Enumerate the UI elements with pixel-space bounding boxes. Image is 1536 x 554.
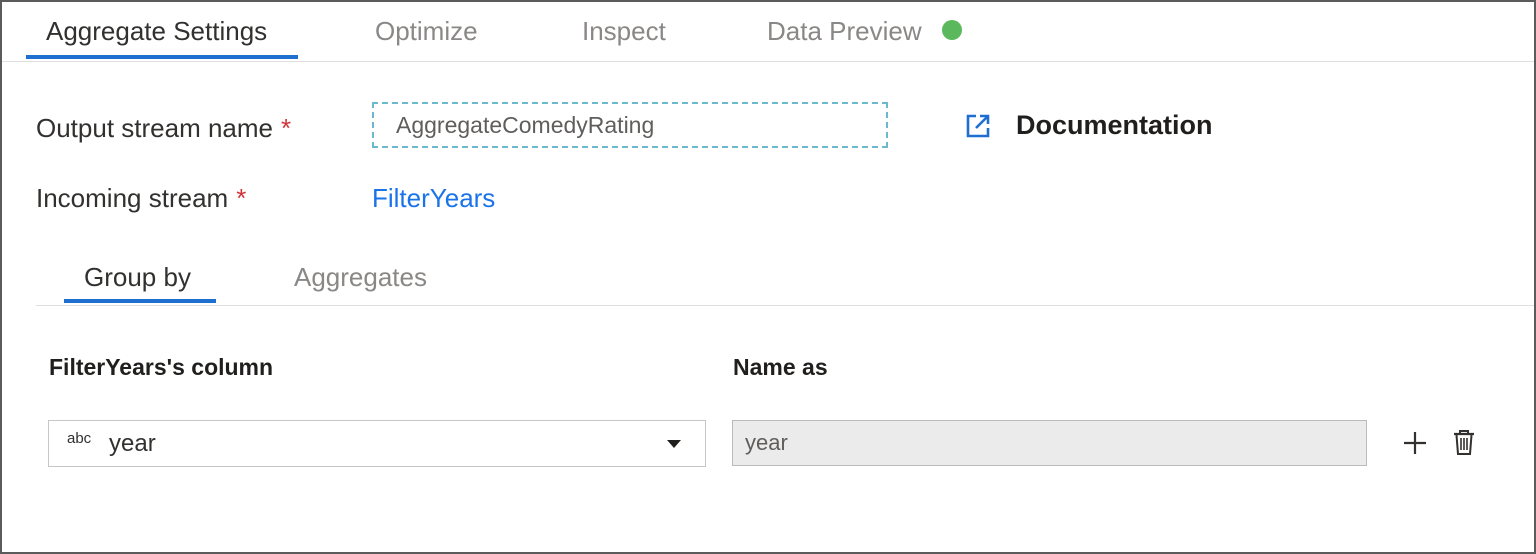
active-tab-indicator	[26, 55, 298, 59]
tab-inspect[interactable]: Inspect	[582, 14, 666, 48]
output-stream-name-input[interactable]	[372, 102, 888, 148]
settings-panel: Aggregate Settings Optimize Inspect Data…	[0, 0, 1536, 554]
plus-icon[interactable]	[1401, 429, 1429, 457]
documentation-link[interactable]: Documentation	[964, 110, 1213, 141]
tab-aggregate-settings[interactable]: Aggregate Settings	[46, 14, 267, 48]
tab-data-preview[interactable]: Data Preview	[767, 14, 922, 48]
tab-group-by[interactable]: Group by	[84, 260, 191, 294]
output-stream-label-text: Output stream name	[36, 113, 273, 143]
required-marker: *	[281, 113, 292, 143]
external-link-icon	[966, 114, 990, 137]
output-stream-label: Output stream name *	[36, 111, 291, 145]
trash-icon[interactable]	[1450, 428, 1478, 456]
caret-down-icon[interactable]	[667, 440, 681, 448]
column-select-value: year	[109, 430, 156, 457]
documentation-label: Documentation	[1016, 110, 1213, 140]
top-tab-bar: Aggregate Settings Optimize Inspect Data…	[2, 2, 1534, 62]
required-marker: *	[236, 183, 247, 213]
column-header: FilterYears's column	[49, 354, 274, 380]
sub-tab-bar: Group by Aggregates	[36, 252, 1534, 306]
incoming-stream-link[interactable]: FilterYears	[372, 181, 495, 215]
name-as-input[interactable]	[732, 420, 1367, 466]
tab-optimize[interactable]: Optimize	[375, 14, 478, 48]
status-dot-icon	[942, 20, 962, 40]
tab-aggregates[interactable]: Aggregates	[294, 260, 427, 294]
name-as-header: Name as	[733, 354, 828, 380]
active-subtab-indicator	[64, 299, 216, 303]
incoming-stream-label: Incoming stream *	[36, 181, 246, 215]
incoming-stream-label-text: Incoming stream	[36, 183, 229, 213]
column-select[interactable]: abc year	[48, 420, 706, 467]
string-type-icon: abc	[67, 430, 92, 447]
